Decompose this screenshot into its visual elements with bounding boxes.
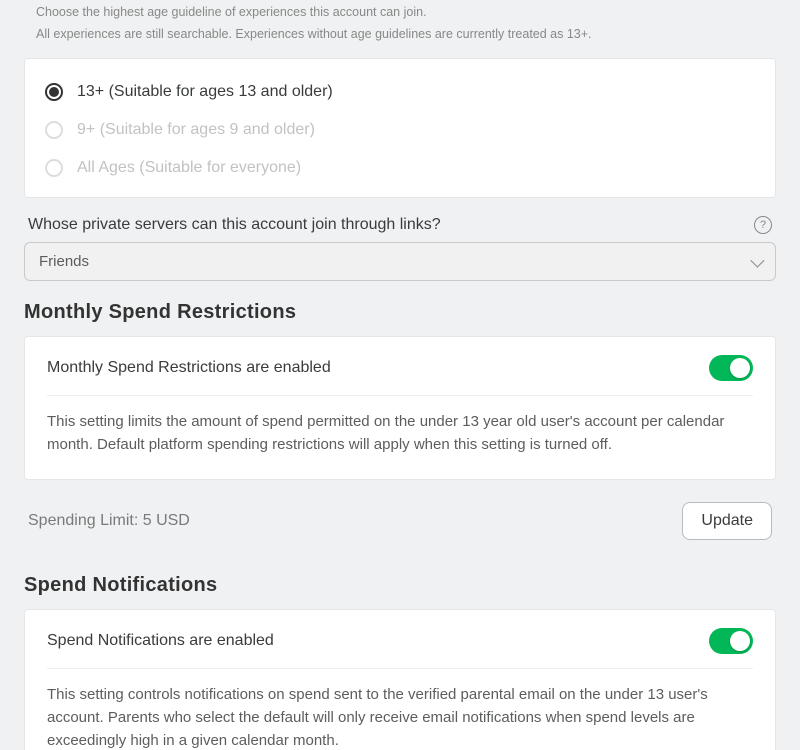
spending-limit-row: Spending Limit: 5 USD Update xyxy=(24,498,776,550)
help-icon[interactable]: ? xyxy=(754,216,772,234)
age-guideline-intro-2: All experiences are still searchable. Ex… xyxy=(24,22,776,44)
monthly-spend-description: This setting limits the amount of spend … xyxy=(47,410,753,457)
spending-limit-text: Spending Limit: 5 USD xyxy=(28,512,190,530)
age-option-9-plus[interactable]: 9+ (Suitable for ages 9 and older) xyxy=(45,111,755,149)
spend-notifications-toggle-label: Spend Notifications are enabled xyxy=(47,632,274,650)
age-option-label: All Ages (Suitable for everyone) xyxy=(77,159,301,177)
age-option-label: 13+ (Suitable for ages 13 and older) xyxy=(77,83,333,101)
chevron-down-icon xyxy=(750,253,764,267)
settings-page: Choose the highest age guideline of expe… xyxy=(0,0,800,750)
private-servers-selected-value: Friends xyxy=(39,253,89,270)
age-guideline-intro-1: Choose the highest age guideline of expe… xyxy=(24,0,776,22)
radio-icon xyxy=(45,83,63,101)
spend-notifications-description: This setting controls notifications on s… xyxy=(47,683,753,750)
spend-notifications-toggle[interactable] xyxy=(709,628,753,654)
monthly-spend-card: Monthly Spend Restrictions are enabled T… xyxy=(24,336,776,480)
spend-notifications-header: Spend Notifications are enabled xyxy=(47,628,753,669)
spend-notifications-title: Spend Notifications xyxy=(24,574,776,597)
age-option-13-plus[interactable]: 13+ (Suitable for ages 13 and older) xyxy=(45,73,755,111)
private-servers-select[interactable]: Friends xyxy=(24,242,776,281)
age-option-label: 9+ (Suitable for ages 9 and older) xyxy=(77,121,315,139)
monthly-spend-toggle[interactable] xyxy=(709,355,753,381)
spend-notifications-card: Spend Notifications are enabled This set… xyxy=(24,609,776,750)
age-option-all-ages[interactable]: All Ages (Suitable for everyone) xyxy=(45,149,755,187)
private-servers-label: Whose private servers can this account j… xyxy=(28,216,441,234)
monthly-spend-title: Monthly Spend Restrictions xyxy=(24,301,776,324)
monthly-spend-toggle-label: Monthly Spend Restrictions are enabled xyxy=(47,359,331,377)
radio-icon xyxy=(45,121,63,139)
radio-icon xyxy=(45,159,63,177)
private-servers-label-row: Whose private servers can this account j… xyxy=(24,216,776,242)
monthly-spend-header: Monthly Spend Restrictions are enabled xyxy=(47,355,753,396)
age-guideline-options: 13+ (Suitable for ages 13 and older) 9+ … xyxy=(24,58,776,198)
update-button[interactable]: Update xyxy=(682,502,772,540)
